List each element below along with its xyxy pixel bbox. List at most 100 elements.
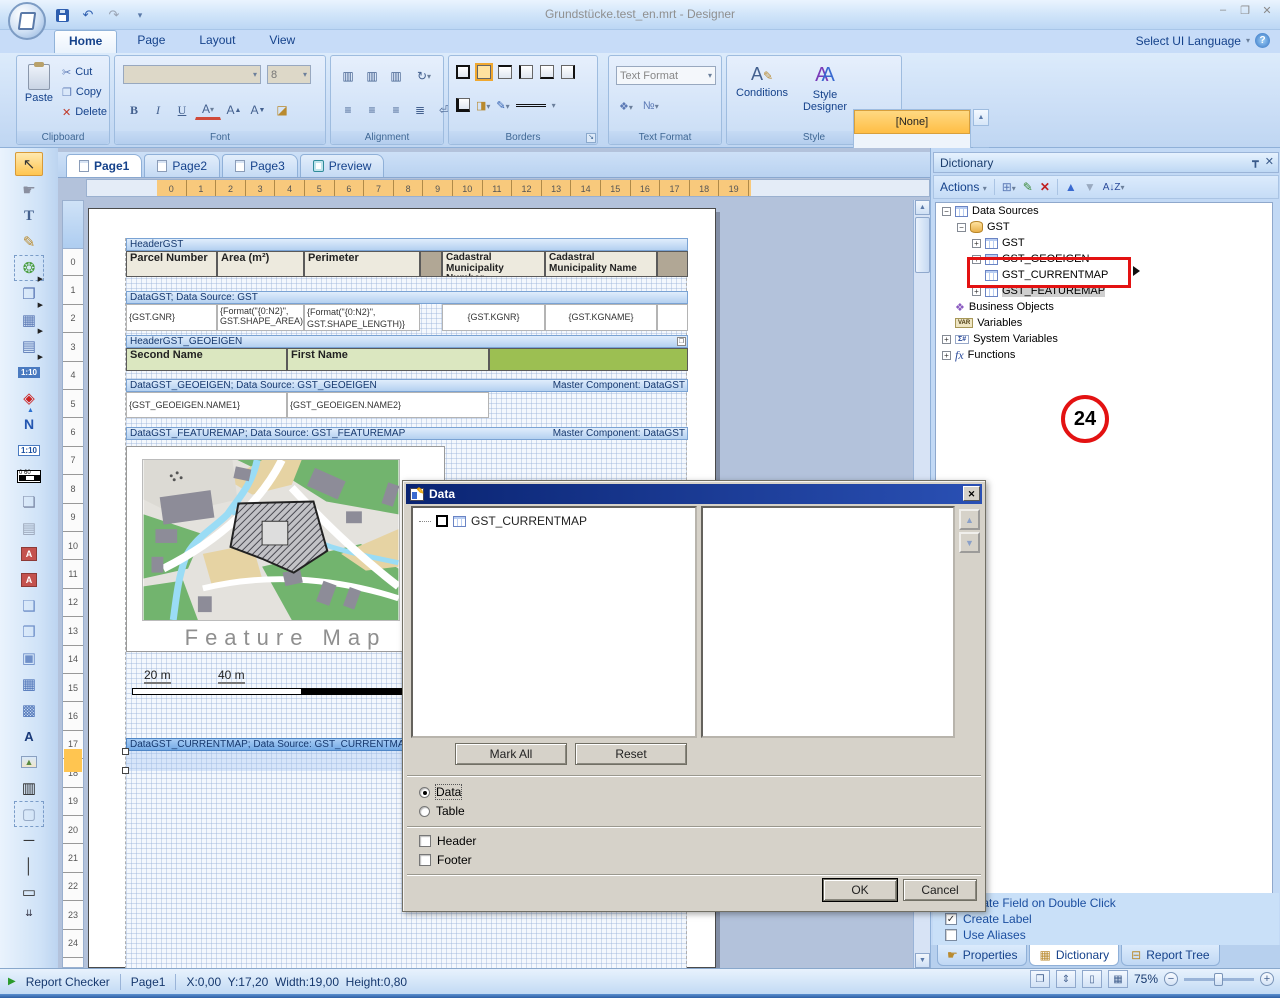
select-ui-language[interactable]: Select UI Language ▾ ? [1136,33,1270,48]
checkbox-icon[interactable] [945,929,957,941]
data-cell[interactable]: {GST.GNR} [126,304,217,331]
radio-icon[interactable] [419,787,430,798]
panel-tab-report-tree[interactable]: ⊟Report Tree [1121,945,1219,966]
rotate-text-button[interactable]: ↻▾ [409,66,439,86]
underline-button[interactable]: U [171,100,193,120]
group-band-tool-icon[interactable]: ▣ [15,646,43,670]
scroll-up-button[interactable]: ▲ [915,200,930,215]
clear-format-button[interactable]: ◪ [271,100,293,120]
data-cell[interactable]: {Format("{0:N2}", GST.SHAPE_AREA)} [217,304,304,331]
header-cell[interactable]: Cadastral Municipality Name [545,251,657,277]
page-tab-page3[interactable]: Page3 [222,154,298,177]
dialog-tree-item[interactable]: GST_CURRENTMAP [413,508,695,528]
scale-bar-white-segment[interactable] [132,688,302,695]
report-title-band-tool-icon[interactable]: ❏ [15,490,43,514]
shrink-font-button[interactable]: A▼ [247,100,269,120]
header-gap-cell[interactable] [657,251,688,277]
ok-button[interactable]: OK [823,879,897,901]
band-data-featuremap[interactable]: DataGST_FEATUREMAP; Data Source: GST_FEA… [126,427,688,440]
checkbox-icon[interactable]: ✓ [945,913,957,925]
ribbon-tab-home[interactable]: Home [54,30,117,53]
align-justify-button[interactable]: ≣ [409,100,431,120]
dialog-close-button[interactable]: ✕ [963,486,980,501]
gallery-up-button[interactable]: ▲ [973,109,989,126]
ribbon-tab-view[interactable]: View [255,30,309,53]
footer-band-tool-icon[interactable]: ❒ [15,620,43,644]
paste-button[interactable]: Paste [21,64,57,104]
top-border-icon[interactable] [498,65,512,79]
new-item-icon[interactable]: ⊞▾ [1002,180,1016,194]
page-header-band-tool-icon[interactable]: A [15,542,43,566]
checkbox-icon[interactable] [419,854,431,866]
datasource-checkbox[interactable] [436,515,448,527]
align-left-button[interactable]: ≡ [337,100,359,120]
zoom-slider-thumb[interactable] [1214,973,1223,986]
radio-icon[interactable] [419,806,430,817]
page-tab-page1[interactable]: Page1 [66,154,142,177]
scroll-down-button[interactable]: ▼ [915,953,930,968]
data-band-tool-icon[interactable]: ▦ [15,672,43,696]
data-cell-empty[interactable] [657,304,688,331]
header-gap-cell[interactable] [420,251,442,277]
delete-button[interactable]: ✕Delete [59,102,110,122]
data-cell[interactable]: {GST.KGNAME} [545,304,657,331]
checkbox-icon[interactable] [419,835,431,847]
zoom-slider[interactable] [1184,978,1254,981]
picture-tool-icon[interactable]: ▲ [15,750,43,774]
dict-tree-item-functions[interactable]: +fxFunctions [936,347,1272,363]
data-cell[interactable]: {Format("{0:N2}", GST.SHAPE_LENGTH)} [304,304,420,331]
radio-table[interactable]: Table [419,804,465,818]
border-style-caret[interactable]: ▾ [552,101,556,110]
move-down-button[interactable]: ▼ [959,532,980,553]
vertical-line-tool-icon[interactable]: │ [15,854,43,878]
view-mode-single-icon[interactable]: ❐ [1030,970,1050,988]
text-format-combo[interactable]: Text Format▾ [616,66,716,85]
align-right-button[interactable]: ≡ [385,100,407,120]
page-footer-band-tool-icon[interactable]: A [15,568,43,592]
help-icon[interactable]: ? [1255,33,1270,48]
move-down-icon[interactable]: ▼ [1084,180,1096,194]
text-box-tool-icon[interactable]: A [15,724,43,748]
align-center-button[interactable]: ≡ [361,100,383,120]
fill-color-button[interactable]: ◨▾ [476,99,490,112]
zoom-out-button[interactable]: − [1164,972,1178,986]
view-mode-pagewidth-icon[interactable]: ▯ [1082,970,1102,988]
band-data-gst[interactable]: DataGST; Data Source: GST [126,291,688,304]
scale-ratio-tool-icon[interactable]: 1:10 [15,360,43,384]
zoom-in-button[interactable]: + [1260,972,1274,986]
pin-icon[interactable]: ┳ [1252,155,1259,168]
header-cell[interactable]: Parcel Number [126,251,217,277]
panel-tab-properties[interactable]: ☛Properties [937,945,1027,966]
option-use-aliases[interactable]: Use Aliases [945,928,1279,942]
component-tool-icon[interactable]: ❐▶ [15,282,43,306]
header-cell[interactable]: Cadastral Municipality Number [442,251,545,277]
geoeigen-data-cell[interactable]: {GST_GEOEIGEN.NAME2} [287,392,489,418]
cross-tab-tool-icon[interactable]: ▩ [15,698,43,722]
ribbon-tab-page[interactable]: Page [123,30,179,53]
application-menu-button[interactable] [8,2,46,40]
data-cell[interactable]: {GST.KGNR} [442,304,545,331]
view-mode-multipage-icon[interactable]: ▦ [1108,970,1128,988]
format-currency-button[interactable]: №▾ [643,100,659,113]
close-panel-icon[interactable]: ✕ [1265,155,1274,168]
align-top-button[interactable]: ▥ [337,66,359,86]
delete-item-icon[interactable]: ✕ [1040,180,1050,194]
borders-dialog-launcher[interactable]: ↘ [586,133,596,143]
move-up-icon[interactable]: ▲ [1065,180,1077,194]
close-button[interactable]: ✕ [1260,4,1274,17]
tree-expander-icon[interactable]: − [942,207,951,216]
band-data-geoeigen[interactable]: DataGST_GEOEIGEN; Data Source: GST_GEOEI… [126,379,688,392]
move-up-button[interactable]: ▲ [959,509,980,530]
image-globe-tool-icon[interactable]: ❂▶ [15,256,43,280]
selection-handle[interactable] [122,748,129,755]
tree-expander-icon[interactable]: + [942,351,951,360]
conditions-button[interactable]: A✎ Conditions [731,64,793,99]
band-header-geoeigen[interactable]: HeaderGST_GEOEIGEN ❐ [126,335,688,348]
dictionary-panel-header[interactable]: Dictionary ┳ ✕ [933,152,1279,173]
cut-button[interactable]: ✂Cut [59,62,110,82]
scrollbar-thumb[interactable] [915,217,930,273]
scale-bar-tool-icon[interactable]: 0 60 [15,464,43,488]
radio-data[interactable]: Data [419,785,461,799]
band-header-gst[interactable]: HeaderGST [126,238,688,251]
horizontal-line-tool-icon[interactable]: ─ [15,828,43,852]
